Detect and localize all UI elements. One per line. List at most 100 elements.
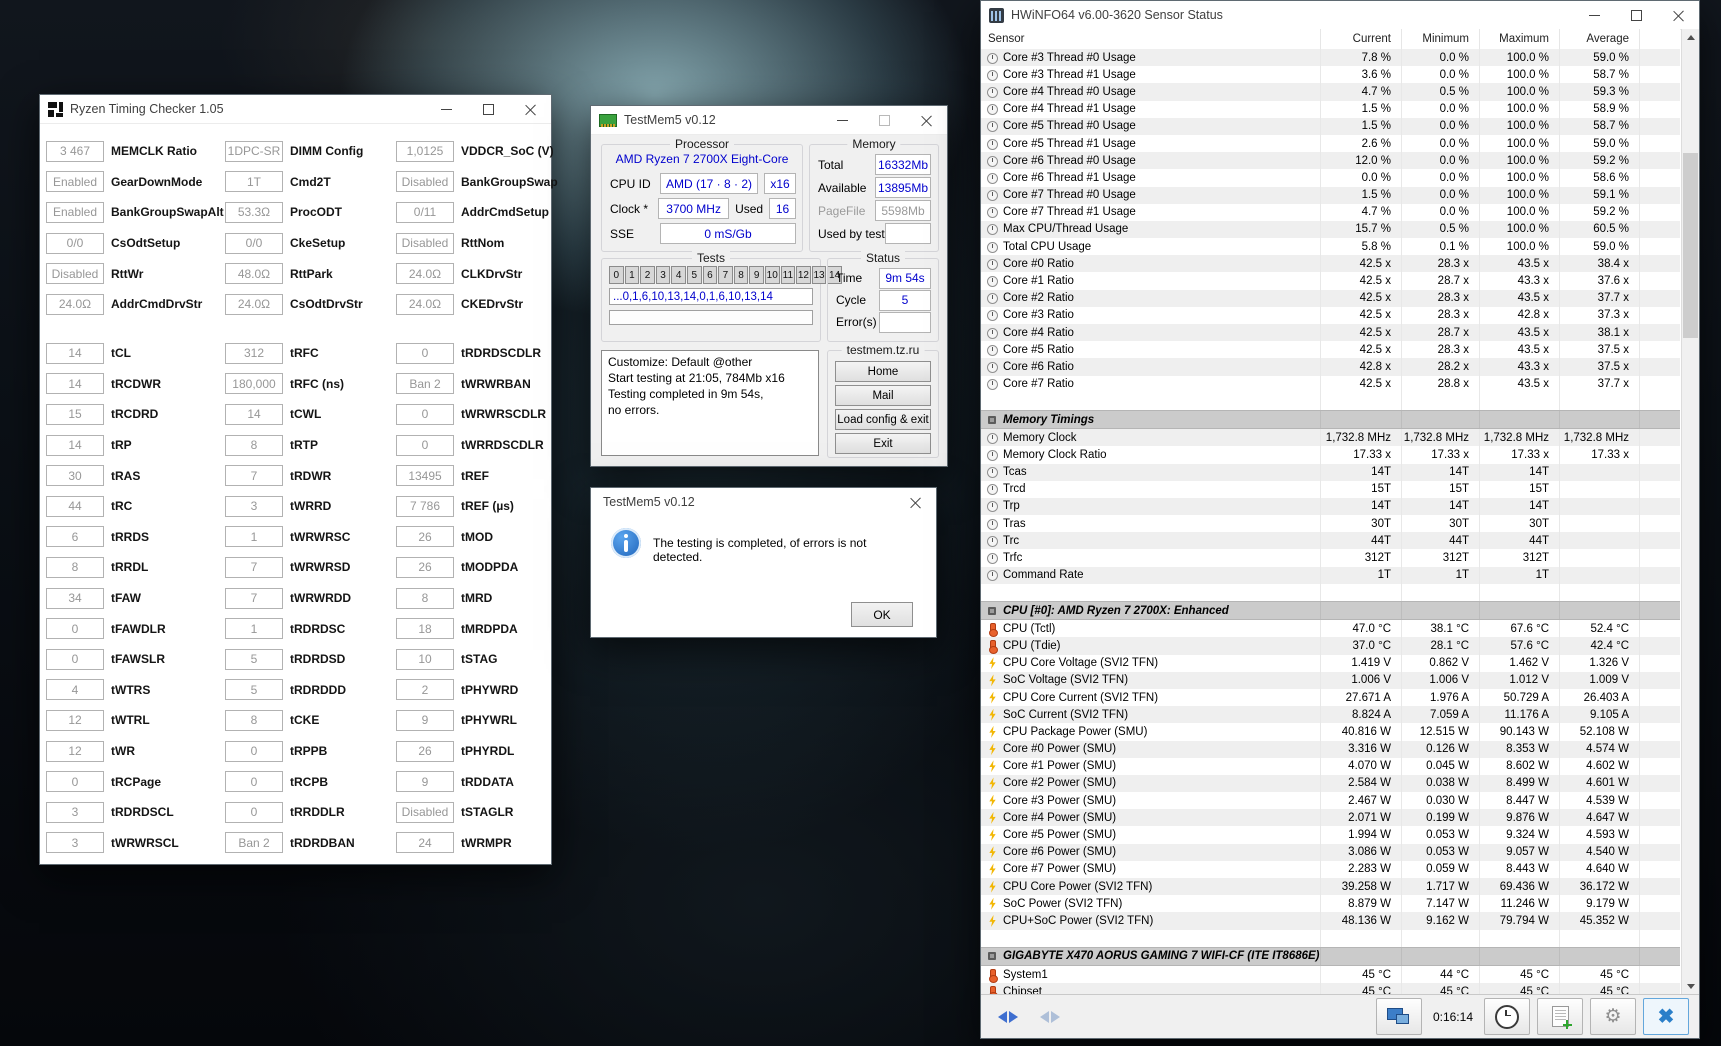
sensor-row[interactable]: Core #2 Power (SMU) 2.584 W 0.038 W 8.49… xyxy=(981,774,1680,793)
value-field[interactable]: Ban 2 xyxy=(396,373,454,395)
value-field[interactable]: 312 xyxy=(225,342,283,364)
test-number-button[interactable]: 9 xyxy=(749,266,764,284)
value-field[interactable]: 8 xyxy=(225,709,283,731)
sensor-row[interactable]: Memory Clock 1,732.8 MHz 1,732.8 MHz 1,7… xyxy=(981,429,1680,447)
sensor-row[interactable]: Core #7 Thread #0 Usage 1.5 % 0.0 % 100.… xyxy=(981,186,1680,204)
value-field[interactable]: 1 xyxy=(225,618,283,640)
sensor-row[interactable]: Core #3 Thread #1 Usage 3.6 % 0.0 % 100.… xyxy=(981,66,1680,84)
sensor-row[interactable]: CPU [#0]: AMD Ryzen 7 2700X: Enhanced xyxy=(981,601,1680,621)
value-field[interactable]: 14 xyxy=(46,434,104,456)
sensor-row[interactable]: Core #5 Thread #0 Usage 1.5 % 0.0 % 100.… xyxy=(981,117,1680,135)
sensor-row[interactable]: Trc 44T 44T 44T xyxy=(981,532,1680,550)
sensor-row[interactable] xyxy=(981,583,1680,601)
value-field[interactable]: 0 xyxy=(225,771,283,793)
value-field[interactable]: 26 xyxy=(396,556,454,578)
sensor-row[interactable]: Total CPU Usage 5.8 % 0.1 % 100.0 % 59.0… xyxy=(981,238,1680,256)
sensor-row[interactable]: CPU Core Current (SVI2 TFN) 27.671 A 1.9… xyxy=(981,688,1680,707)
sensor-row[interactable]: Core #4 Thread #0 Usage 4.7 % 0.5 % 100.… xyxy=(981,83,1680,101)
sensor-row[interactable]: CPU (Tctl) 47.0 °C 38.1 °C 67.6 °C 52.4 … xyxy=(981,620,1680,638)
sensor-row[interactable]: Trp 14T 14T 14T xyxy=(981,497,1680,516)
value-field[interactable]: 44 xyxy=(46,495,104,517)
sensor-row[interactable]: Core #2 Ratio 42.5 x 28.3 x 43.5 x 37.7 … xyxy=(981,289,1680,307)
sensor-row[interactable]: Core #6 Thread #1 Usage 0.0 % 0.0 % 100.… xyxy=(981,169,1680,187)
minimize-button[interactable] xyxy=(821,106,863,134)
value-field[interactable]: Disabled xyxy=(396,232,454,254)
value-field[interactable]: 0/11 xyxy=(396,201,454,223)
test-number-button[interactable]: 0 xyxy=(609,266,624,284)
hwinfo-titlebar[interactable]: HWiNFO64 v6.00-3620 Sensor Status xyxy=(981,1,1699,30)
remote-monitoring-button[interactable] xyxy=(1375,998,1422,1035)
scroll-up-button[interactable] xyxy=(1682,29,1699,46)
value-field[interactable]: 0 xyxy=(225,740,283,762)
value-field[interactable]: Ban 2 xyxy=(225,832,283,854)
sensor-row[interactable]: Memory Clock Ratio 17.33 x 17.33 x 17.33… xyxy=(981,446,1680,464)
sensor-row[interactable]: SoC Current (SVI2 TFN) 8.824 A 7.059 A 1… xyxy=(981,706,1680,724)
column-header-maximum[interactable]: Maximum xyxy=(1480,29,1560,49)
value-field[interactable]: 0 xyxy=(46,618,104,640)
value-field[interactable]: 5 xyxy=(225,679,283,701)
site-button[interactable]: Mail xyxy=(835,385,931,406)
value-field[interactable]: 0/0 xyxy=(46,232,104,254)
value-field[interactable]: 14 xyxy=(46,342,104,364)
value-field[interactable]: 18 xyxy=(396,618,454,640)
test-number-button[interactable]: 6 xyxy=(702,266,718,284)
value-field[interactable]: 26 xyxy=(396,740,454,762)
value-field[interactable]: 180,000 xyxy=(225,373,283,395)
value-field[interactable]: 15 xyxy=(46,403,104,425)
swap-sensors-button[interactable] xyxy=(991,1005,1025,1029)
test-number-button[interactable]: 7 xyxy=(718,266,733,284)
scroll-down-button[interactable] xyxy=(1682,978,1699,995)
value-field[interactable]: 0 xyxy=(225,801,283,823)
sensor-row[interactable]: GIGABYTE X470 AORUS GAMING 7 WIFI-CF (IT… xyxy=(981,946,1680,966)
clock-button[interactable] xyxy=(1484,998,1530,1035)
site-button[interactable]: Home xyxy=(835,361,931,382)
sensor-row[interactable]: CPU Package Power (SMU) 40.816 W 12.515 … xyxy=(981,723,1680,741)
sensor-row[interactable]: Core #4 Power (SMU) 2.071 W 0.199 W 9.87… xyxy=(981,809,1680,827)
logging-report-button[interactable] xyxy=(1537,998,1583,1035)
sensor-row[interactable]: CPU Core Voltage (SVI2 TFN) 1.419 V 0.86… xyxy=(981,654,1680,672)
close-button[interactable] xyxy=(894,488,936,516)
sensor-row[interactable]: Core #7 Ratio 42.5 x 28.8 x 43.5 x 37.7 … xyxy=(981,375,1680,393)
value-field[interactable]: 3 xyxy=(46,832,104,854)
sensor-row[interactable]: Trfc 312T 312T 312T xyxy=(981,549,1680,567)
sensor-row[interactable]: Tcas 14T 14T 14T xyxy=(981,463,1680,481)
minimize-button[interactable] xyxy=(425,95,467,123)
sensor-row[interactable]: Core #0 Ratio 42.5 x 28.3 x 43.5 x 38.4 … xyxy=(981,255,1680,273)
sensor-row[interactable]: Core #5 Thread #1 Usage 2.6 % 0.0 % 100.… xyxy=(981,134,1680,153)
value-field[interactable]: Enabled xyxy=(46,171,104,193)
tm5-titlebar[interactable]: TestMem5 v0.12 xyxy=(591,106,947,135)
column-header-minimum[interactable]: Minimum xyxy=(1402,29,1480,49)
value-field[interactable]: 30 xyxy=(46,465,104,487)
value-field[interactable]: 1DPC-SR xyxy=(225,140,283,162)
sensor-row[interactable]: Core #4 Ratio 42.5 x 28.7 x 43.5 x 38.1 … xyxy=(981,324,1680,342)
sensor-row[interactable]: Core #6 Ratio 42.8 x 28.2 x 43.3 x 37.5 … xyxy=(981,358,1680,376)
sensor-row[interactable]: Core #7 Power (SMU) 2.283 W 0.059 W 8.44… xyxy=(981,860,1680,878)
value-field[interactable]: 12 xyxy=(46,709,104,731)
value-field[interactable]: 0/0 xyxy=(225,232,283,254)
value-field[interactable]: 7 xyxy=(225,556,283,578)
sensor-row[interactable]: Core #6 Thread #0 Usage 12.0 % 0.0 % 100… xyxy=(981,152,1680,170)
value-field[interactable]: 7 786 xyxy=(396,495,454,517)
sensor-row[interactable]: SoC Power (SVI2 TFN) 8.879 W 7.147 W 11.… xyxy=(981,895,1680,913)
value-field[interactable]: 26 xyxy=(396,526,454,548)
sensor-row[interactable]: CPU Core Power (SVI2 TFN) 39.258 W 1.717… xyxy=(981,878,1680,896)
site-button[interactable]: Load config & exit xyxy=(835,409,931,430)
value-field[interactable]: 48.0Ω xyxy=(225,263,283,285)
sensor-row[interactable]: Core #4 Thread #1 Usage 1.5 % 0.0 % 100.… xyxy=(981,100,1680,118)
value-field[interactable]: 0 xyxy=(46,771,104,793)
sensor-row[interactable]: Command Rate 1T 1T 1T xyxy=(981,566,1680,584)
test-number-button[interactable]: 13 xyxy=(811,266,827,284)
sensor-row[interactable]: System1 45 °C 44 °C 45 °C 45 °C xyxy=(981,965,1680,984)
value-field[interactable]: 6 xyxy=(46,526,104,548)
value-field[interactable]: Disabled xyxy=(46,263,104,285)
scrollbar-thumb[interactable] xyxy=(1683,153,1698,338)
sensor-row[interactable]: Core #1 Power (SMU) 4.070 W 0.045 W 8.60… xyxy=(981,757,1680,775)
sensor-row[interactable]: Core #3 Thread #0 Usage 7.8 % 0.0 % 100.… xyxy=(981,49,1680,67)
value-field[interactable]: 0 xyxy=(396,403,454,425)
vertical-scrollbar[interactable] xyxy=(1681,29,1699,995)
value-field[interactable]: 0 xyxy=(396,434,454,456)
value-field[interactable]: Disabled xyxy=(396,171,454,193)
value-field[interactable]: 2 xyxy=(396,679,454,701)
value-field[interactable]: 14 xyxy=(46,373,104,395)
value-field[interactable]: 10 xyxy=(396,648,454,670)
